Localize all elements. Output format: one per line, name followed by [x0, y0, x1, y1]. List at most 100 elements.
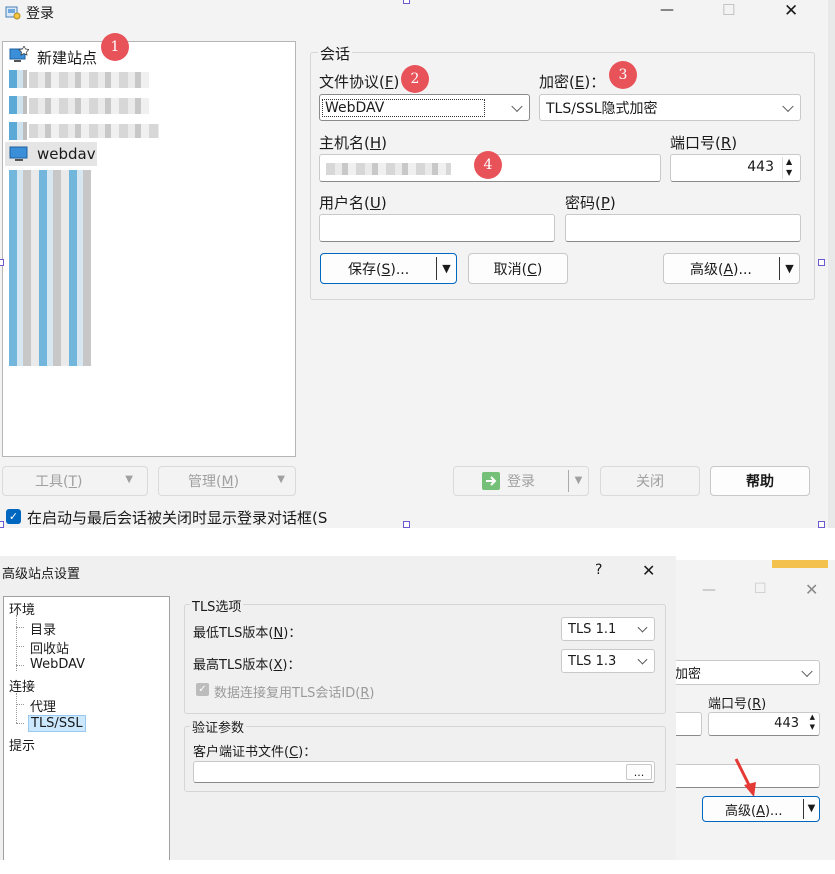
- help-label: 帮助: [746, 474, 774, 490]
- blurred-site-icon: [9, 122, 27, 140]
- encryption-label: 加密(E)：: [539, 73, 606, 91]
- host-label: 主机名(H): [319, 134, 387, 152]
- advanced-button[interactable]: 高级(A)... ▼: [663, 253, 800, 284]
- tree-connector: [16, 693, 17, 723]
- computer-icon: [9, 145, 29, 163]
- advanced-settings-window: 高级站点设置 ? ✕ 环境 目录 回收站 WebDAV 连接 代理 TLS/SS…: [0, 556, 676, 860]
- max-tls-label: 最高TLS版本(X)：: [193, 658, 301, 673]
- save-dropdown-icon[interactable]: ▼: [436, 257, 456, 280]
- tools-button[interactable]: 工具(T) ▼: [2, 466, 148, 496]
- min-tls-select[interactable]: TLS 1.1: [561, 617, 655, 641]
- browse-button[interactable]: ...: [626, 764, 652, 780]
- site-list[interactable]: 新建站点 webdav: [2, 41, 296, 457]
- port-input[interactable]: 443 ▲ ▼: [670, 154, 801, 182]
- window-edge: [828, 0, 835, 528]
- manage-label: 管理(M): [188, 474, 240, 490]
- advanced-label: 高级(A)...: [690, 261, 752, 278]
- login-icon: [482, 472, 500, 490]
- manage-button[interactable]: 管理(M) ▼: [158, 466, 296, 496]
- blurred-site-name: [29, 98, 149, 114]
- tree-item-webdav[interactable]: WebDAV: [30, 657, 85, 672]
- help-icon[interactable]: ?: [595, 562, 602, 578]
- min-tls-label: 最低TLS版本(N)：: [193, 626, 302, 641]
- blurred-site-icon: [9, 96, 27, 114]
- password-input[interactable]: [565, 214, 801, 242]
- spin-up-icon[interactable]: ▲: [810, 713, 815, 721]
- resize-handle: [0, 259, 4, 266]
- user-label: 用户名(U): [319, 194, 387, 212]
- site-item-webdav[interactable]: webdav: [5, 142, 97, 166]
- blurred-site-name: [29, 124, 159, 138]
- blurred-site-list: [9, 170, 91, 366]
- help-button[interactable]: 帮助: [710, 466, 810, 496]
- close-button[interactable]: ✕: [784, 1, 798, 21]
- reuse-tls-label: 数据连接复用TLS会话ID(R): [214, 686, 375, 701]
- tree-connector: [16, 627, 24, 628]
- protocol-select[interactable]: WebDAV: [319, 94, 530, 121]
- user-input[interactable]: [319, 214, 555, 242]
- maximize-icon: ☐: [754, 581, 767, 597]
- tree-connector: [16, 615, 17, 671]
- advanced-button-bg[interactable]: 高级(A)... ▼: [702, 796, 820, 822]
- chevron-down-icon: [637, 622, 648, 633]
- client-cert-input[interactable]: ...: [193, 761, 655, 783]
- background-login-window: — ☐ ✕ 加密 端口号(R) 443 ▲ ▼ 高级(A)... ▼: [672, 560, 835, 860]
- login-dropdown-icon[interactable]: ▼: [568, 470, 588, 492]
- save-button[interactable]: 保存(S)... ▼: [320, 253, 457, 284]
- maximize-button[interactable]: ☐: [722, 1, 735, 19]
- settings-tree[interactable]: 环境 目录 回收站 WebDAV 连接 代理 TLS/SSL 提示: [3, 596, 170, 860]
- resize-handle: [403, 521, 410, 528]
- password-label: 密码(P): [565, 194, 616, 212]
- port-spinner[interactable]: ▲ ▼: [782, 157, 798, 179]
- annotation-arrow: [734, 758, 756, 797]
- advanced-dropdown-icon[interactable]: ▼: [803, 799, 819, 819]
- tree-item-environment[interactable]: 环境: [9, 599, 35, 618]
- tree-connector: [16, 723, 24, 724]
- port-label: 端口号(R): [670, 134, 738, 152]
- cancel-label: 取消(C): [493, 261, 543, 278]
- blurred-host-value: [326, 163, 451, 175]
- show-login-checkbox[interactable]: ✓ 在启动与最后会话被关闭时显示登录对话框(S: [6, 507, 366, 527]
- tree-item-directories[interactable]: 目录: [30, 619, 56, 638]
- reuse-tls-session-checkbox[interactable]: ✓ 数据连接复用TLS会话ID(R): [196, 682, 416, 701]
- login-label: 登录: [507, 474, 535, 490]
- port-label-bg: 端口号(R): [708, 697, 767, 712]
- chevron-down-icon: [801, 665, 813, 677]
- tree-item-connection[interactable]: 连接: [9, 676, 35, 695]
- spin-down-icon[interactable]: ▼: [786, 168, 792, 177]
- annotation-badge-3: 3: [609, 61, 637, 89]
- close-icon: ✕: [805, 580, 819, 599]
- port-input-bg[interactable]: 443 ▲ ▼: [708, 712, 820, 736]
- tree-item-notifications[interactable]: 提示: [9, 735, 35, 754]
- tree-item-recycle-bin[interactable]: 回收站: [30, 638, 69, 657]
- login-button[interactable]: 登录 ▼: [453, 466, 589, 496]
- spin-up-icon[interactable]: ▲: [786, 157, 792, 166]
- blurred-site-icon: [9, 70, 27, 88]
- port-value-bg: 443: [774, 716, 799, 731]
- blurred-site-name: [29, 72, 149, 88]
- encryption-partial-value: 加密: [675, 667, 702, 682]
- chevron-down-icon: [511, 100, 523, 112]
- cancel-button[interactable]: 取消(C): [468, 253, 568, 284]
- resize-handle: [403, 0, 410, 4]
- window-title: 登录: [26, 6, 54, 22]
- checkbox-checked-icon: ✓: [196, 683, 209, 696]
- encryption-select-partial[interactable]: 加密: [672, 660, 820, 685]
- host-input-partial[interactable]: [672, 712, 702, 736]
- close-dialog-label: 关闭: [636, 474, 664, 490]
- minimize-button[interactable]: —: [660, 2, 674, 18]
- tree-item-tls-ssl[interactable]: TLS/SSL: [28, 715, 86, 732]
- min-tls-value: TLS 1.1: [568, 621, 617, 637]
- tree-connector: [16, 704, 24, 705]
- max-tls-select[interactable]: TLS 1.3: [561, 649, 655, 673]
- tools-label: 工具(T): [35, 474, 83, 490]
- tree-item-proxy[interactable]: 代理: [30, 696, 56, 715]
- close-button[interactable]: ✕: [642, 561, 655, 580]
- client-cert-label: 客户端证书文件(C)：: [193, 745, 317, 760]
- encryption-select[interactable]: TLS/SSL隐式加密: [539, 94, 801, 121]
- spin-down-icon[interactable]: ▼: [810, 723, 815, 731]
- close-dialog-button[interactable]: 关闭: [600, 466, 700, 496]
- advanced-dropdown-icon[interactable]: ▼: [779, 257, 799, 280]
- window-title: 高级站点设置: [2, 567, 81, 582]
- annotation-badge-1: 1: [101, 33, 129, 61]
